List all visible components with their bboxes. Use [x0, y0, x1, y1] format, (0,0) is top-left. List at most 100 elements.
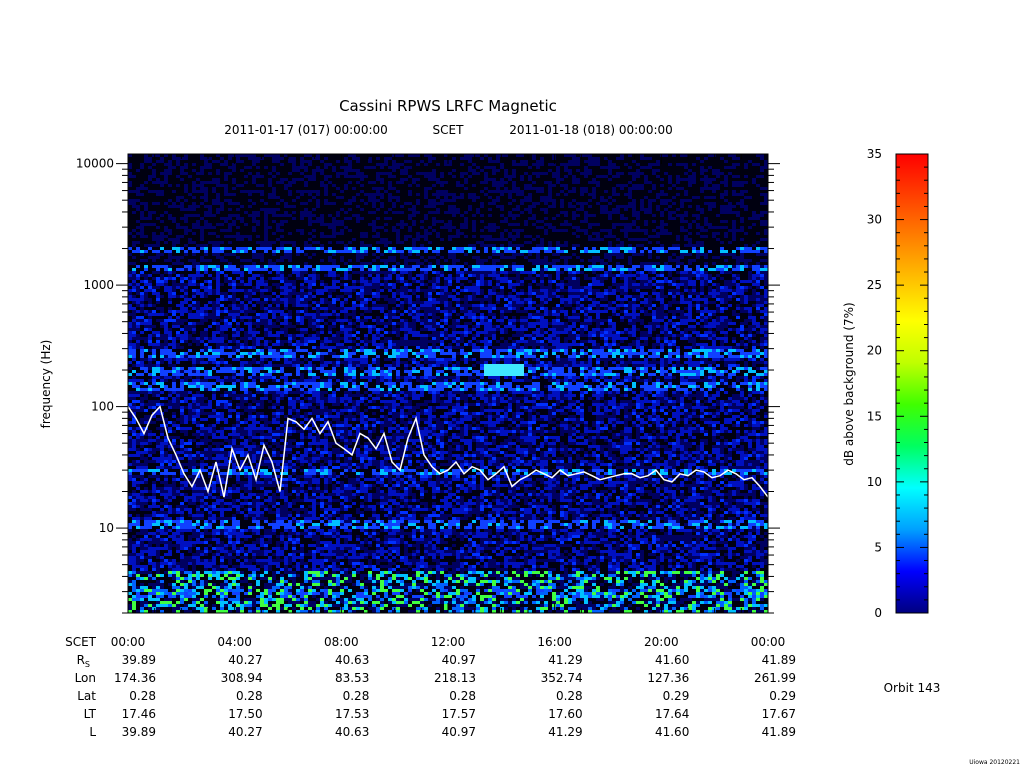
heatmap-cell	[364, 208, 368, 211]
heatmap-cell	[408, 190, 412, 193]
heatmap-cell	[684, 160, 688, 163]
heatmap-cell	[292, 214, 296, 217]
heatmap-cell	[680, 181, 684, 184]
heatmap-cell	[572, 196, 576, 199]
heatmap-cell	[296, 202, 300, 205]
heatmap-cell	[376, 223, 380, 226]
heatmap-cell	[760, 181, 764, 184]
heatmap-cell	[436, 208, 440, 211]
heatmap-cell	[616, 226, 620, 229]
heatmap-cell	[352, 208, 356, 211]
heatmap-cell	[660, 163, 664, 166]
heatmap-cell	[564, 229, 568, 232]
heatmap-cell	[392, 235, 396, 238]
heatmap-cell	[404, 223, 408, 226]
heatmap-cell	[640, 241, 644, 244]
heatmap-cell	[692, 184, 696, 187]
heatmap-cell	[452, 172, 456, 175]
heatmap-cell	[488, 193, 492, 196]
heatmap-cell	[608, 226, 612, 229]
heatmap-cell	[532, 229, 536, 232]
heatmap-cell	[632, 169, 636, 172]
heatmap-cell	[592, 205, 596, 208]
heatmap-cell	[664, 241, 668, 244]
heatmap-cell	[460, 172, 464, 175]
heatmap-cell	[336, 214, 340, 217]
heatmap-cell	[456, 172, 460, 175]
heatmap-cell	[344, 178, 348, 181]
heatmap-cell	[760, 244, 764, 247]
heatmap-cell	[584, 166, 588, 169]
heatmap-cell	[240, 247, 244, 250]
heatmap-cell	[628, 211, 632, 214]
heatmap-cell	[680, 184, 684, 187]
heatmap-cell	[340, 184, 344, 187]
heatmap-cell	[624, 199, 628, 202]
heatmap-cell	[688, 175, 692, 178]
heatmap-cell	[220, 211, 224, 214]
heatmap-cell	[728, 166, 732, 169]
heatmap-cell	[204, 166, 208, 169]
heatmap-cell	[372, 241, 376, 244]
heatmap-cell	[680, 223, 684, 226]
heatmap-cell	[340, 178, 344, 181]
heatmap-cell	[504, 232, 508, 235]
heatmap-cell	[388, 226, 392, 229]
heatmap-cell	[724, 187, 728, 190]
heatmap-cell	[480, 229, 484, 232]
heatmap-cell	[608, 199, 612, 202]
heatmap-cell	[484, 199, 488, 202]
heatmap-cell	[320, 232, 324, 235]
heatmap-cell	[496, 205, 500, 208]
heatmap-cell	[656, 199, 660, 202]
heatmap-cell	[428, 196, 432, 199]
heatmap-cell	[692, 226, 696, 229]
heatmap-cell	[496, 181, 500, 184]
heatmap-cell	[368, 208, 372, 211]
heatmap-cell	[620, 229, 624, 232]
heatmap-cell	[172, 196, 176, 199]
heatmap-cell	[664, 160, 668, 163]
heatmap-cell	[320, 172, 324, 175]
heatmap-cell	[676, 211, 680, 214]
heatmap-cell	[544, 166, 548, 169]
heatmap-cell	[272, 178, 276, 181]
heatmap-cell	[152, 202, 156, 205]
heatmap-cell	[208, 202, 212, 205]
heatmap-cell	[280, 199, 284, 202]
heatmap-cell	[652, 202, 656, 205]
heatmap-cell	[504, 241, 508, 244]
heatmap-cell	[408, 175, 412, 178]
heatmap-cell	[572, 175, 576, 178]
heatmap-cell	[500, 166, 504, 169]
heatmap-cell	[192, 193, 196, 196]
heatmap-cell	[700, 157, 704, 160]
heatmap-cell	[704, 193, 708, 196]
heatmap-cell	[512, 178, 516, 181]
heatmap-cell	[572, 190, 576, 193]
heatmap-cell	[236, 205, 240, 208]
heatmap-cell	[144, 229, 148, 232]
heatmap-cell	[444, 211, 448, 214]
heatmap-cell	[316, 241, 320, 244]
heatmap-cell	[528, 214, 532, 217]
heatmap-cell	[632, 202, 636, 205]
heatmap-cell	[660, 217, 664, 220]
heatmap-cell	[344, 169, 348, 172]
heatmap-cell	[384, 178, 388, 181]
heatmap-cell	[336, 211, 340, 214]
heatmap-cell	[496, 187, 500, 190]
heatmap-cell	[328, 208, 332, 211]
heatmap-cell	[636, 202, 640, 205]
heatmap-cell	[616, 220, 620, 223]
heatmap-cell	[332, 181, 336, 184]
heatmap-cell	[208, 178, 212, 181]
heatmap-cell	[212, 178, 216, 181]
heatmap-cell	[256, 232, 260, 235]
heatmap-cell	[376, 169, 380, 172]
heatmap-cell	[152, 169, 156, 172]
heatmap-cell	[728, 196, 732, 199]
heatmap-cell	[480, 232, 484, 235]
heatmap-cell	[676, 223, 680, 226]
heatmap-cell	[280, 166, 284, 169]
